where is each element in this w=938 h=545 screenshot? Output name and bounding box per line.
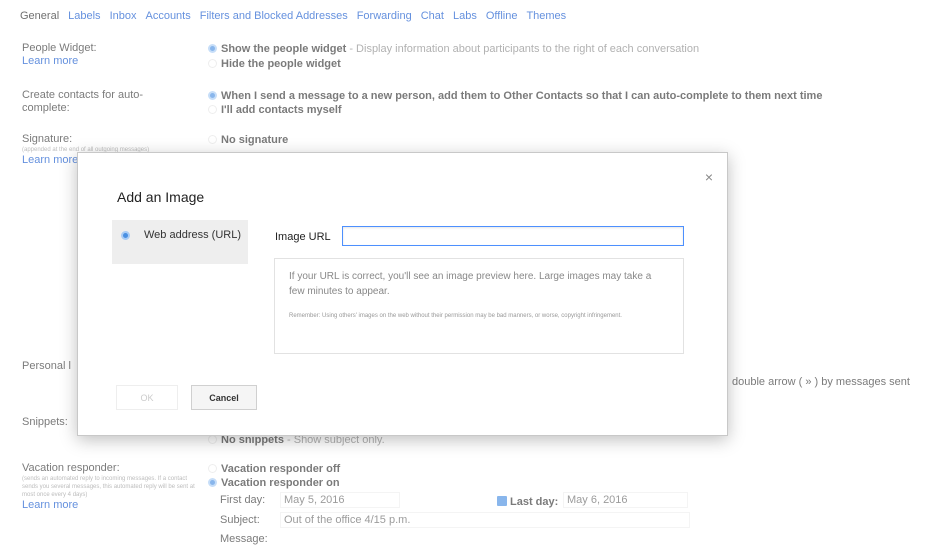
image-preview-box: If your URL is correct, you'll see an im… (274, 258, 684, 354)
image-url-label: Image URL (275, 231, 331, 243)
preview-hint-text: If your URL is correct, you'll see an im… (289, 271, 652, 297)
copyright-note-text: Remember: Using others' images on the we… (289, 313, 622, 319)
source-web-address-option[interactable]: Web address (URL) (112, 220, 248, 264)
close-icon[interactable]: × (705, 169, 713, 185)
radio-selected-icon[interactable] (121, 231, 130, 240)
add-image-dialog: Add an Image × Web address (URL) Image U… (77, 152, 728, 436)
cancel-button[interactable]: Cancel (191, 385, 257, 410)
source-web-address-label: Web address (URL) (144, 229, 241, 241)
dialog-title: Add an Image (117, 189, 205, 205)
ok-button[interactable]: OK (116, 385, 178, 410)
image-url-input[interactable] (342, 226, 684, 246)
